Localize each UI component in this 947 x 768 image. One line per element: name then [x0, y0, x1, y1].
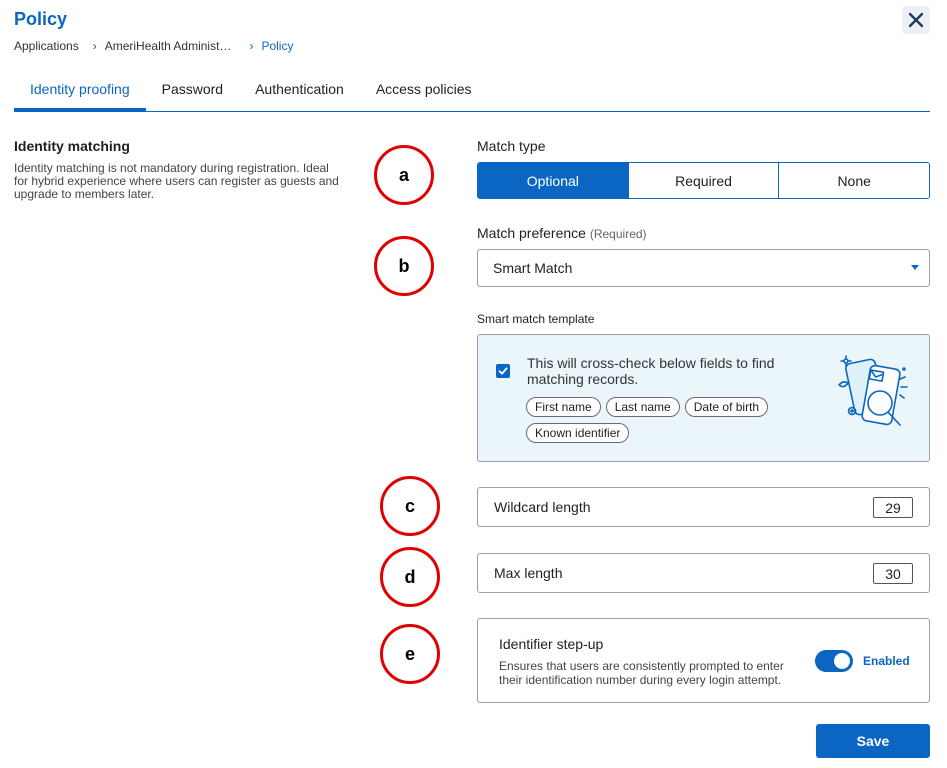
max-length-input[interactable]: 30: [873, 563, 913, 584]
annotation-e: e: [380, 624, 440, 684]
match-preference-select[interactable]: Smart Match: [477, 249, 930, 287]
page-title: Policy: [14, 9, 68, 29]
search-document-illustration-icon: [838, 355, 908, 426]
smart-match-checkbox[interactable]: [496, 364, 510, 378]
checkmark-icon: [498, 367, 508, 375]
smart-match-template-label: Smart match template: [477, 312, 595, 326]
chevron-right-icon: ›: [249, 39, 254, 53]
section-title: Identity matching: [14, 138, 130, 154]
chip-last-name: Last name: [605, 397, 680, 417]
tab-authentication[interactable]: Authentication: [239, 72, 360, 111]
chip-date-of-birth: Date of birth: [684, 397, 769, 417]
match-type-optional[interactable]: Optional: [478, 163, 629, 198]
match-type-required[interactable]: Required: [628, 163, 780, 198]
save-button[interactable]: Save: [816, 724, 930, 758]
tab-identity-proofing[interactable]: Identity proofing: [14, 72, 146, 111]
match-preference-value: Smart Match: [493, 260, 573, 276]
close-button[interactable]: [902, 6, 930, 34]
match-preference-label-text: Match preference: [477, 225, 586, 241]
match-preference-label: Match preference (Required): [477, 225, 647, 241]
identifier-stepup-card: Identifier step-up Ensures that users ar…: [477, 618, 930, 703]
chip-first-name: First name: [526, 397, 601, 417]
toggle-status-label: Enabled: [863, 654, 910, 668]
smart-match-description: This will cross-check below fields to fi…: [527, 355, 775, 387]
match-type-label: Match type: [477, 138, 546, 154]
section-description: Identity matching is not mandatory durin…: [14, 161, 339, 201]
close-icon: [908, 12, 924, 28]
identifier-stepup-description: Ensures that users are consistently prom…: [499, 659, 784, 687]
chevron-right-icon: ›: [92, 39, 97, 53]
annotation-b: b: [374, 236, 434, 296]
match-type-none[interactable]: None: [779, 163, 929, 198]
caret-down-icon: [911, 265, 919, 270]
annotation-a: a: [374, 145, 434, 205]
identifier-stepup-toggle[interactable]: [815, 650, 853, 672]
annotation-d: d: [380, 547, 440, 607]
breadcrumb-current: Policy: [261, 39, 294, 53]
breadcrumb-applications[interactable]: Applications: [14, 39, 79, 53]
identifier-stepup-title: Identifier step-up: [499, 636, 604, 652]
annotation-c: c: [380, 476, 440, 536]
wildcard-length-input[interactable]: 29: [873, 497, 913, 518]
required-hint: (Required): [589, 227, 647, 241]
toggle-knob: [834, 653, 850, 669]
max-length-field: Max length 30: [477, 553, 930, 593]
tab-bar: Identity proofing Password Authenticatio…: [14, 72, 930, 112]
smart-match-template-card: This will cross-check below fields to fi…: [477, 334, 930, 462]
breadcrumb: Applications › AmeriHealth Administ… › P…: [14, 39, 293, 53]
field-chips: First name Last name Date of birth Known…: [526, 397, 796, 443]
tab-password[interactable]: Password: [146, 72, 239, 111]
chip-known-identifier: Known identifier: [526, 423, 630, 443]
wildcard-length-field: Wildcard length 29: [477, 487, 930, 527]
wildcard-length-label: Wildcard length: [494, 499, 591, 515]
breadcrumb-application-name[interactable]: AmeriHealth Administ…: [105, 39, 232, 53]
match-type-segmented-control: Optional Required None: [477, 162, 930, 199]
tab-access-policies[interactable]: Access policies: [360, 72, 488, 111]
max-length-label: Max length: [494, 565, 563, 581]
